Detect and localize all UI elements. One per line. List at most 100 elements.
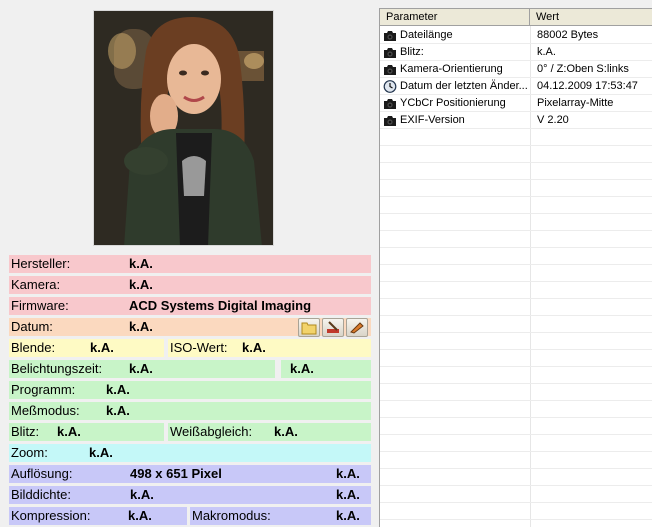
info-row-belichtungszeit: Belichtungszeit: k.A. — [9, 360, 275, 378]
blitz-label: Blitz: — [11, 424, 40, 439]
edit-icon — [327, 321, 339, 333]
table-row[interactable]: Kamera-Orientierung 0° / Z:Oben S:links — [380, 61, 652, 78]
table-gridline — [380, 519, 652, 520]
table-gridline — [380, 247, 652, 248]
info-row-bilddichte: Bilddichte: k.A. k.A. — [9, 486, 371, 504]
cell-parameter: EXIF-Version — [400, 114, 465, 126]
info-row-zoom: Zoom: k.A. — [9, 444, 371, 462]
bilddichte-label: Bilddichte: — [11, 487, 71, 502]
folder-icon — [301, 322, 317, 335]
aufloesung-value: 498 x 651 Pixel — [130, 466, 222, 481]
table-gridline — [380, 298, 652, 299]
camera-icon — [383, 46, 397, 59]
cell-wert: k.A. — [537, 46, 556, 58]
info-row-kompression: Kompression: k.A. — [9, 507, 187, 525]
belichtungszeit-value-2: k.A. — [290, 361, 314, 376]
blende-label: Blende: — [11, 340, 56, 355]
programm-label: Programm: — [11, 382, 76, 397]
makromodus-label: Makromodus: — [192, 508, 271, 523]
table-gridline — [380, 315, 652, 316]
cell-parameter: Dateilänge — [400, 29, 453, 41]
cell-wert: Pixelarray-Mitte — [537, 97, 614, 109]
table-gridline — [380, 366, 652, 367]
table-gridline — [380, 349, 652, 350]
iso-label: ISO-Wert: — [170, 340, 228, 355]
makromodus-value: k.A. — [336, 508, 360, 523]
table-row[interactable]: Datum der letzten Änder... 04.12.2009 17:… — [380, 78, 652, 95]
table-gridline — [380, 417, 652, 418]
table-gridline — [380, 264, 652, 265]
hersteller-value: k.A. — [129, 256, 153, 271]
table-gridline — [380, 400, 652, 401]
column-header-wert[interactable]: Wert — [530, 9, 652, 25]
hersteller-label: Hersteller: — [11, 256, 71, 271]
edit-button[interactable] — [322, 318, 344, 337]
programm-value: k.A. — [106, 382, 130, 397]
cell-wert: 88002 Bytes — [537, 29, 599, 41]
table-header: Parameter Wert — [380, 9, 652, 26]
iso-value: k.A. — [242, 340, 266, 355]
table-gridline — [380, 230, 652, 231]
table-gridline — [380, 468, 652, 469]
datum-label: Datum: — [11, 319, 53, 334]
table-row[interactable]: Blitz: k.A. — [380, 44, 652, 61]
clock-icon — [383, 80, 397, 93]
zoom-label: Zoom: — [11, 445, 48, 460]
table-gridline — [380, 485, 652, 486]
info-row-blitz: Blitz: k.A. — [9, 423, 164, 441]
table-gridline — [380, 179, 652, 180]
table-gridline — [380, 332, 652, 333]
table-gridline — [380, 281, 652, 282]
weissabgleich-value: k.A. — [274, 424, 298, 439]
info-row-kamera: Kamera: k.A. — [9, 276, 371, 294]
bilddichte-value: k.A. — [130, 487, 154, 502]
camera-icon — [383, 63, 397, 76]
info-row-iso: ISO-Wert: k.A. — [168, 339, 371, 357]
exif-table[interactable]: Parameter Wert Dateilänge 88002 Bytes Blit… — [379, 8, 652, 527]
table-gridline — [380, 451, 652, 452]
aufloesung-value-2: k.A. — [336, 466, 360, 481]
cell-wert: 04.12.2009 17:53:47 — [537, 80, 638, 92]
camera-icon — [383, 114, 397, 127]
camera-icon — [383, 29, 397, 42]
cell-parameter: Datum der letzten Änder... — [400, 80, 528, 92]
messmodus-label: Meßmodus: — [11, 403, 80, 418]
aufloesung-label: Auflösung: — [11, 466, 73, 481]
kamera-value: k.A. — [129, 277, 153, 292]
table-row[interactable]: Dateilänge 88002 Bytes — [380, 27, 652, 44]
blitz-value: k.A. — [57, 424, 81, 439]
table-gridline — [380, 162, 652, 163]
kompression-value: k.A. — [128, 508, 152, 523]
firmware-label: Firmware: — [11, 298, 69, 313]
open-folder-button[interactable] — [298, 318, 320, 337]
table-row[interactable]: EXIF-Version V 2.20 — [380, 112, 652, 129]
cell-parameter: YCbCr Positionierung — [400, 97, 506, 109]
zoom-value: k.A. — [89, 445, 113, 460]
info-row-hersteller: Hersteller: k.A. — [9, 255, 371, 273]
belichtungszeit-value: k.A. — [129, 361, 153, 376]
info-row-makromodus: Makromodus: k.A. — [190, 507, 371, 525]
datum-value: k.A. — [129, 319, 153, 334]
table-gridline — [380, 383, 652, 384]
belichtungszeit-label: Belichtungszeit: — [11, 361, 103, 376]
column-header-parameter[interactable]: Parameter — [380, 9, 530, 25]
info-row-messmodus: Meßmodus: k.A. — [9, 402, 371, 420]
cell-parameter: Kamera-Orientierung — [400, 63, 503, 75]
pencil-button[interactable] — [346, 318, 368, 337]
info-row-firmware: Firmware: ACD Systems Digital Imaging — [9, 297, 371, 315]
info-row-blende: Blende: k.A. — [9, 339, 164, 357]
camera-icon — [383, 97, 397, 110]
pencil-icon — [350, 322, 364, 334]
table-gridline — [380, 196, 652, 197]
info-row-aufloesung: Auflösung: 498 x 651 Pixel k.A. — [9, 465, 371, 483]
table-row[interactable]: YCbCr Positionierung Pixelarray-Mitte — [380, 95, 652, 112]
bilddichte-value-2: k.A. — [336, 487, 360, 502]
weissabgleich-label: Weißabgleich: — [170, 424, 253, 439]
info-row-belichtungszeit-2: k.A. — [281, 360, 371, 378]
table-gridline — [380, 145, 652, 146]
table-gridline — [380, 502, 652, 503]
portrait-image — [94, 11, 273, 245]
info-row-weissabgleich: Weißabgleich: k.A. — [168, 423, 371, 441]
cell-parameter: Blitz: — [400, 46, 424, 58]
firmware-value: ACD Systems Digital Imaging — [129, 298, 312, 313]
